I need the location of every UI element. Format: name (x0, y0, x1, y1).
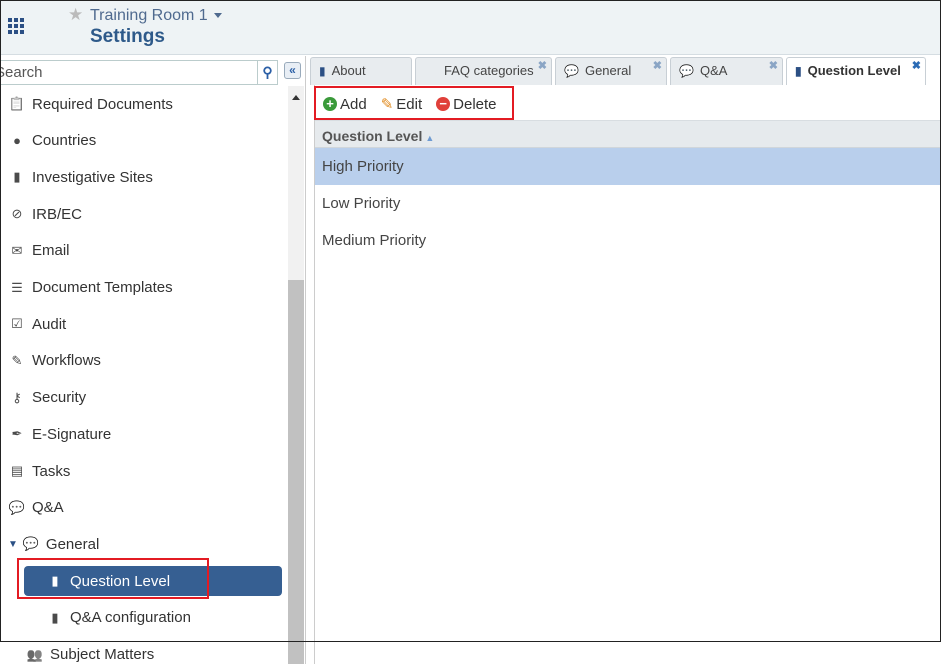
room-selector[interactable]: Training Room 1 (90, 7, 208, 25)
sidebar-item-irb-ec[interactable]: ⊘ IRB/EC (8, 199, 82, 229)
sidebar-item-workflows[interactable]: ✎ Workflows (8, 346, 101, 376)
scroll-up-icon[interactable] (292, 95, 300, 100)
chevron-down-icon[interactable] (214, 13, 222, 18)
sidebar-item-security[interactable]: ⚷ Security (8, 383, 86, 413)
sidebar-item-label: Q&A (32, 499, 64, 517)
sidebar-item-subject-matters[interactable]: 👥 Subject Matters (26, 640, 154, 670)
sidebar-item-label: Tasks (32, 462, 71, 480)
clipboard-icon: 📋 (8, 96, 26, 111)
page-title: Settings (90, 26, 165, 47)
main-panel: + Add ✎ Edit − Delete Question Level ▲ High … (314, 85, 941, 664)
header: ★ Training Room 1 Settings (0, 0, 941, 55)
file-icon: ▮ (319, 64, 326, 78)
tab-label: Q&A (699, 63, 728, 78)
users-icon: 👥 (26, 646, 44, 662)
sidebar-item-countries[interactable]: ● Countries (8, 126, 96, 156)
tab-label: Question Level (807, 63, 901, 78)
sidebar-item-label: Audit (32, 315, 67, 333)
sidebar-item-label: Workflows (32, 352, 101, 370)
tab-faq-categories[interactable]: FAQ categories ✖ (415, 57, 552, 85)
keys-icon: ⚷ (12, 389, 22, 405)
highlight-box (314, 86, 514, 120)
search-box: ⚲ (0, 60, 278, 85)
comments-icon: 💬 (22, 536, 39, 552)
sidebar-item-e-signature[interactable]: ✒ E-Signature (8, 419, 112, 449)
column-header-label: Question Level (322, 128, 423, 144)
tab-bar: ▮ About FAQ categories ✖ 💬 General ✖ 💬 Q&A ✖ ▮… (310, 57, 941, 86)
collapse-sidebar-button[interactable]: « (284, 62, 301, 79)
file-icon: ▮ (795, 64, 802, 78)
search-input[interactable] (0, 61, 250, 84)
close-icon[interactable]: ✖ (769, 59, 778, 72)
column-header-question-level[interactable]: Question Level ▲ (315, 120, 941, 148)
sidebar-item-label: Required Documents (32, 95, 173, 113)
sidebar-item-tasks[interactable]: ▤ Tasks (8, 456, 71, 486)
globe-icon: ● (13, 133, 21, 149)
building-icon: ▮ (13, 169, 21, 185)
table-row[interactable]: Low Priority (315, 185, 941, 222)
sort-ascending-icon: ▲ (425, 133, 435, 143)
sidebar-item-investigative-sites[interactable]: ▮ Investigative Sites (8, 162, 153, 192)
table-icon: ▤ (10, 463, 24, 478)
apps-grid-icon[interactable] (8, 18, 24, 34)
envelope-icon: ✉ (11, 242, 23, 258)
star-icon[interactable]: ★ (68, 5, 83, 25)
tab-question-level[interactable]: ▮ Question Level ✖ (786, 57, 926, 86)
sidebar-item-label: Investigative Sites (32, 168, 153, 186)
comments-icon: 💬 (679, 64, 694, 78)
tab-label: FAQ categories (444, 63, 534, 78)
sidebar-item-label: Subject Matters (50, 646, 155, 663)
sidebar-item-label: Q&A configuration (70, 609, 191, 627)
comments-icon: 💬 (564, 64, 579, 78)
sidebar-item-label: Countries (32, 132, 97, 150)
sidebar-item-label: IRB/EC (32, 205, 83, 223)
sidebar-item-label: Security (32, 389, 87, 407)
sidebar-item-label: Document Templates (32, 279, 173, 296)
sidebar-item-email[interactable]: ✉ Email (8, 236, 70, 266)
sidebar-scrollbar[interactable] (288, 86, 304, 664)
tab-label: About (331, 63, 366, 78)
sidebar-item-required-documents[interactable]: 📋 Required Documents (8, 89, 173, 119)
search-icon[interactable]: ⚲ (257, 61, 277, 84)
file-icon: ▮ (51, 609, 59, 625)
table-row[interactable]: High Priority (315, 148, 941, 185)
pen-icon: ✒ (11, 426, 23, 442)
sidebar-item-q-a-configuration[interactable]: ▮ Q&A configuration (46, 603, 191, 633)
scrollbar-thumb[interactable] (288, 280, 304, 664)
pencil-icon: ✎ (11, 352, 23, 368)
sidebar-item-general[interactable]: ▼ 💬 General (8, 529, 99, 559)
comments-icon: 💬 (8, 499, 26, 515)
checkbox-icon: ☑ (11, 316, 23, 332)
list-icon: ☰ (11, 279, 23, 295)
sidebar-item-audit[interactable]: ☑ Audit (8, 309, 66, 339)
sidebar-item-label: E-Signature (32, 425, 112, 443)
table-row[interactable]: Medium Priority (315, 222, 941, 259)
sidebar-item-label: General (45, 535, 100, 553)
highlight-box (17, 558, 209, 599)
sidebar-item-document-templates[interactable]: ☰ Document Templates (8, 273, 173, 303)
tab-general[interactable]: 💬 General ✖ (555, 57, 667, 85)
check-circle-icon: ⊘ (11, 206, 23, 222)
sidebar-item-q-a[interactable]: 💬 Q&A (8, 493, 64, 523)
tab-label: General (584, 63, 632, 78)
close-icon[interactable]: ✖ (653, 59, 662, 72)
caret-down-icon[interactable]: ▼ (8, 539, 18, 550)
sidebar-item-label: Email (32, 242, 70, 260)
close-icon[interactable]: ✖ (538, 59, 547, 72)
tab-qa[interactable]: 💬 Q&A ✖ (670, 57, 783, 85)
tab-about[interactable]: ▮ About (310, 57, 412, 85)
close-icon[interactable]: ✖ (912, 59, 921, 72)
